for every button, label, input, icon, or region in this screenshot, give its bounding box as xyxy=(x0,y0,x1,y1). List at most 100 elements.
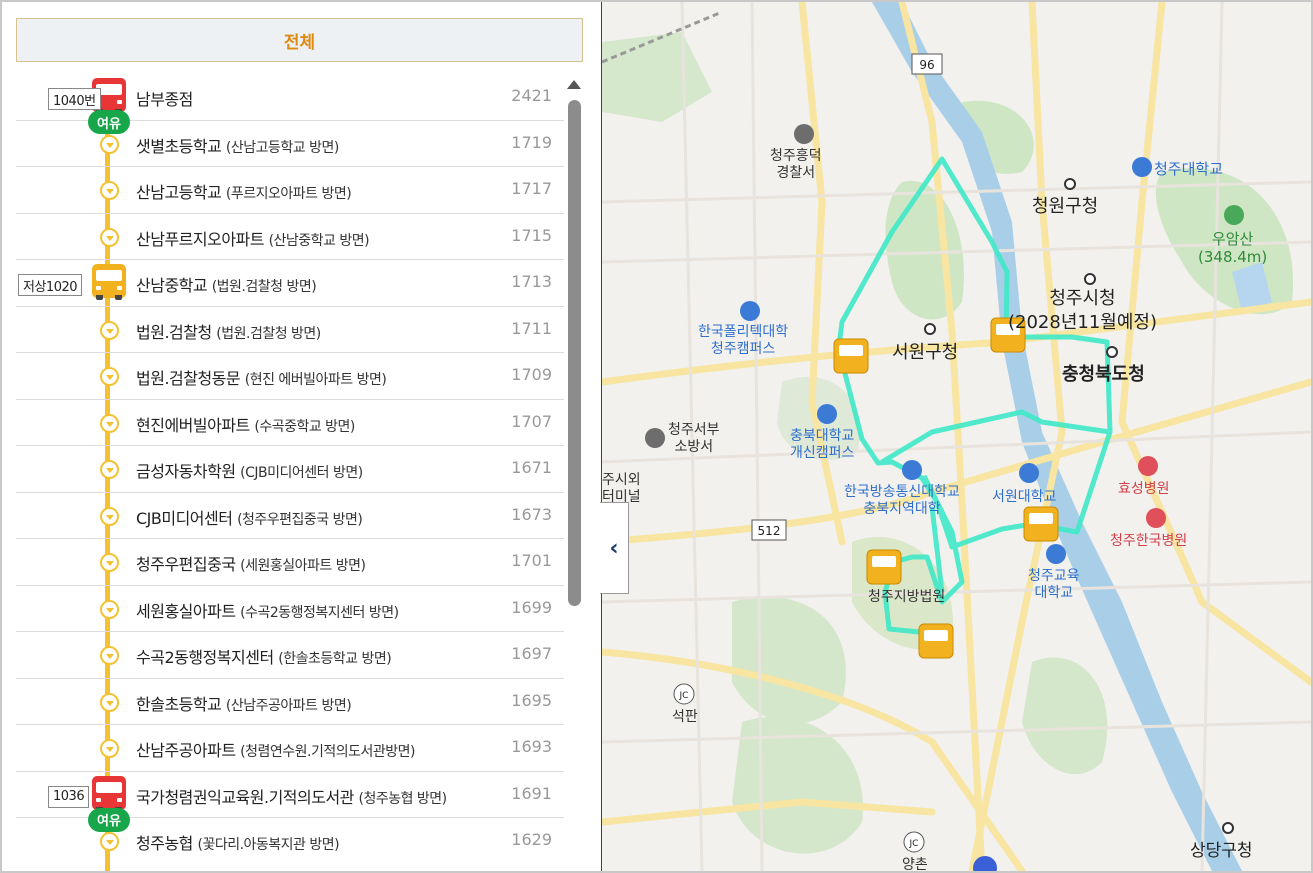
map-label-yangchon: 양촌 xyxy=(902,857,928,871)
stop-direction: (법원.검찰청 방면) xyxy=(211,279,317,295)
map-label-uamsan: 우암산 (348.4m) xyxy=(1198,230,1268,266)
stop-name-text: 금성자동차학원 xyxy=(136,462,236,481)
stop-name-text: 산남주공아파트 xyxy=(136,741,236,760)
map-view[interactable]: 96 512 JC JC 청주흥덕 경찰서 청주대학교 청원구청 우암산 (34… xyxy=(602,2,1311,871)
stop-name: 청주우편집중국 (세원홍실아파트 방면) xyxy=(136,551,366,575)
stop-node-icon xyxy=(100,832,119,851)
stop-direction: (CJB미디어센터 방면) xyxy=(240,465,363,481)
road-512-label: 512 xyxy=(758,524,781,538)
stop-name: CJB미디어센터 (청주우편집중국 방면) xyxy=(136,505,363,529)
stop-node-icon xyxy=(100,599,119,619)
map-label-terminal: 주시외 터미널 xyxy=(602,472,641,505)
stop-list: 1040번 여유 남부종점 2421 샛별초등학교 (산남고등학교 방면) 1719 산남고… xyxy=(16,74,564,865)
stop-direction: (수곡2동행정복지센터 방면) xyxy=(240,604,399,621)
stop-name: 산남고등학교 (푸르지오아파트 방면) xyxy=(136,179,352,203)
stop-row[interactable]: 1040번 여유 남부종점 2421 xyxy=(16,74,564,134)
road-96-label: 96 xyxy=(919,58,934,72)
stop-name-text: 수곡2동행정복지센터 xyxy=(136,648,274,667)
stop-name-text: 청주농협 xyxy=(136,834,193,853)
map-label-provincial: 충청북도청 xyxy=(1062,364,1145,385)
stop-row[interactable]: 1036 여유 국가청렴권익교육원.기적의도서관 (청주농협 방면) 1691 xyxy=(16,772,564,832)
hospital-icon xyxy=(1138,456,1158,476)
bus-icon[interactable] xyxy=(92,775,126,812)
stop-name: 한솔초등학교 (산남주공아파트 방면) xyxy=(136,691,352,715)
stop-node-icon xyxy=(100,181,119,200)
bus-icon[interactable] xyxy=(92,264,126,300)
stop-name-text: 세원홍실아파트 xyxy=(136,601,236,621)
map-label-edu-univ: 청주교육 대학교 xyxy=(1028,568,1080,601)
stop-row[interactable]: 산남고등학교 (푸르지오아파트 방면) 1717 xyxy=(16,167,564,214)
stop-node-icon xyxy=(100,739,119,758)
stop-id: 1701 xyxy=(511,551,552,570)
stop-id: 1717 xyxy=(511,179,552,198)
stop-name-text: 산남중학교 xyxy=(136,276,208,295)
stop-name: 세원홍실아파트 (수곡2동행정복지센터 방면) xyxy=(136,598,399,622)
map-bus-marker[interactable] xyxy=(1023,506,1059,542)
stop-name-text: 한솔초등학교 xyxy=(136,694,222,714)
map-bus-marker[interactable] xyxy=(866,549,902,585)
stop-node-icon xyxy=(100,134,119,154)
stop-name: 현진에버빌아파트 (수곡중학교 방면) xyxy=(136,412,355,436)
school-icon xyxy=(1046,544,1066,564)
stop-id: 1713 xyxy=(511,272,552,291)
stop-id: 1695 xyxy=(511,690,552,710)
stop-name: 샛별초등학교 (산남고등학교 방면) xyxy=(136,133,339,157)
stop-direction: (법원.검찰청 방면) xyxy=(216,325,321,342)
stop-row[interactable]: 저상1020 산남중학교 (법원.검찰청 방면) 1713 xyxy=(16,260,564,307)
stop-direction: (꽃다리.아동복지관 방면) xyxy=(197,837,340,853)
map-label-hankook: 청주한국병원 xyxy=(1110,533,1188,549)
scrollbar-thumb[interactable] xyxy=(568,100,581,606)
map-label-cbnu: 충북대학교 개신캠퍼스 xyxy=(790,428,855,461)
map-bus-marker[interactable] xyxy=(918,623,954,659)
stop-name: 법원.검찰청동문 (현진 에버빌아파트 방면) xyxy=(136,365,387,389)
stop-name-text: 남부종점 xyxy=(136,90,193,109)
route-stop-panel: 전체 1040번 여유 남부종점 2421 샛별초등학교 (산남고등학교 방면) 1719… xyxy=(2,2,602,871)
stop-row[interactable]: 한솔초등학교 (산남주공아파트 방면) 1695 xyxy=(16,679,564,725)
stop-name-text: CJB미디어센터 xyxy=(136,508,233,528)
stop-id: 1719 xyxy=(511,132,552,152)
stop-name: 법원.검찰청 (법원.검찰청 방면) xyxy=(136,319,321,343)
stop-row[interactable]: 금성자동차학원 (CJB미디어센터 방면) 1671 xyxy=(16,446,564,493)
stop-node-icon xyxy=(100,646,119,665)
stop-name: 청주농협 (꽃다리.아동복지관 방면) xyxy=(136,830,340,854)
stop-id: 1711 xyxy=(511,318,552,338)
jc-label: JC xyxy=(909,839,919,849)
stop-name-text: 국가청렴권익교육원.기적의도서관 xyxy=(136,787,354,807)
stop-row[interactable]: 산남주공아파트 (청렴연수원.기적의도서관방면) 1693 xyxy=(16,725,564,772)
stop-row[interactable]: 법원.검찰청동문 (현진 에버빌아파트 방면) 1709 xyxy=(16,353,564,400)
school-icon xyxy=(1019,463,1039,483)
stop-row[interactable]: 법원.검찰청 (법원.검찰청 방면) 1711 xyxy=(16,307,564,353)
stop-id: 1691 xyxy=(511,783,552,803)
stop-direction: (현진 에버빌아파트 방면) xyxy=(244,372,387,388)
stop-row[interactable]: 산남푸르지오아파트 (산남중학교 방면) 1715 xyxy=(16,214,564,260)
stop-direction: (수곡중학교 방면) xyxy=(254,418,355,435)
stop-id: 1709 xyxy=(511,365,552,384)
stop-direction: (한솔초등학교 방면) xyxy=(278,651,392,667)
map-label-seowon-univ: 서원대학교 xyxy=(992,489,1057,505)
stop-row[interactable]: 수곡2동행정복지센터 (한솔초등학교 방면) 1697 xyxy=(16,632,564,679)
stop-name: 남부종점 xyxy=(136,86,193,110)
stop-node-icon xyxy=(100,506,119,526)
stop-id: 1693 xyxy=(511,737,552,756)
stop-node-icon xyxy=(100,367,119,386)
stop-name-text: 산남고등학교 xyxy=(136,183,222,202)
bus-plate-number: 1036 xyxy=(48,785,90,808)
stop-row[interactable]: 청주우편집중국 (세원홍실아파트 방면) 1701 xyxy=(16,539,564,586)
stop-node-icon xyxy=(100,553,119,572)
jc-label: JC xyxy=(679,691,689,701)
stop-row[interactable]: 현진에버빌아파트 (수곡중학교 방면) 1707 xyxy=(16,400,564,446)
map-label-fire: 청주서부 소방서 xyxy=(668,422,720,455)
map-label-sangdang: 상당구청 xyxy=(1190,841,1253,861)
map-label-hyoseong: 효성병원 xyxy=(1118,481,1170,497)
map-bus-marker[interactable] xyxy=(833,338,869,374)
app-frame: 전체 1040번 여유 남부종점 2421 샛별초등학교 (산남고등학교 방면) 1719… xyxy=(0,0,1313,873)
stop-row[interactable]: 세원홍실아파트 (수곡2동행정복지센터 방면) 1699 xyxy=(16,586,564,632)
filter-tab-all[interactable]: 전체 xyxy=(16,18,583,62)
collapse-panel-button[interactable]: ‹ xyxy=(600,502,629,594)
stop-direction: (산남고등학교 방면) xyxy=(225,139,339,156)
stop-row[interactable]: CJB미디어센터 (청주우편집중국 방면) 1673 xyxy=(16,493,564,539)
map-label-seokpan: 석판 xyxy=(672,709,698,725)
stop-node-icon xyxy=(100,692,119,712)
scroll-up-arrow[interactable] xyxy=(567,80,581,89)
map-label-court: 청주지방법원 xyxy=(868,589,946,605)
